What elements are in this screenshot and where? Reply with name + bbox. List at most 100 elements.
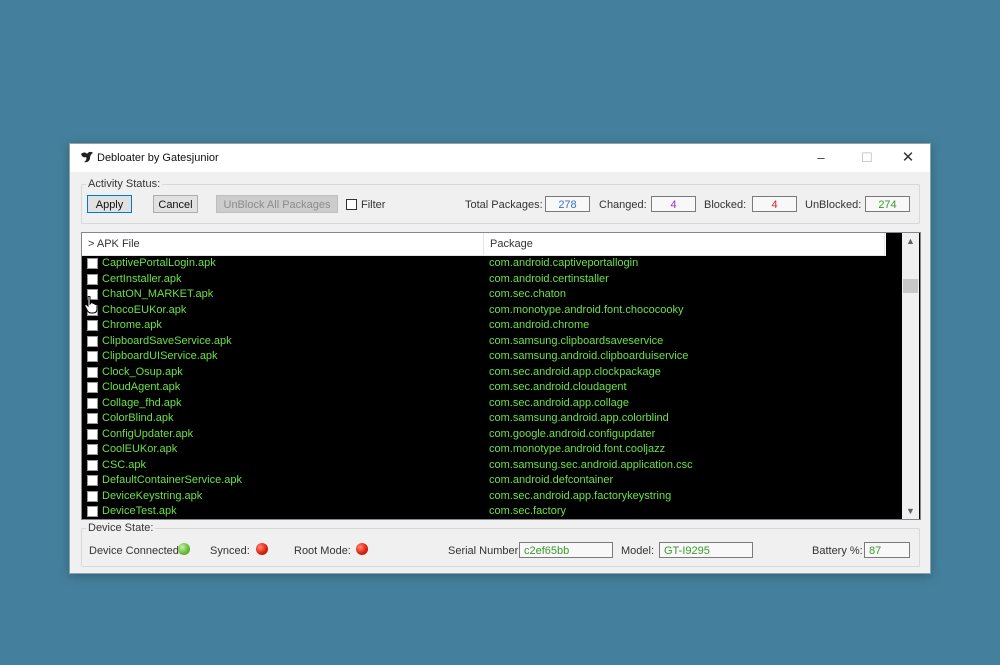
list-item[interactable]: ChatON_MARKET.apk com.sec.chaton: [82, 287, 902, 303]
apply-button[interactable]: Apply: [87, 195, 132, 213]
apk-file-name: CloudAgent.apk: [102, 381, 181, 393]
row-checkbox[interactable]: [87, 397, 98, 409]
row-checkbox[interactable]: [87, 428, 98, 440]
apk-file-name: ClipboardSaveService.apk: [102, 334, 232, 347]
serial-number-label: Serial Number:: [448, 545, 522, 557]
list-item[interactable]: ClipboardUIService.apk com.samsung.androi…: [82, 349, 902, 365]
blocked-value: 4: [752, 196, 797, 212]
chevron-up-icon[interactable]: ▲: [902, 233, 919, 249]
package-name: com.android.certinstaller: [489, 272, 609, 285]
apk-file-name: ColorBlind.apk: [102, 412, 174, 424]
list-item[interactable]: CoolEUKor.apk com.monotype.android.font.c…: [82, 442, 902, 458]
column-package[interactable]: Package: [485, 233, 885, 255]
list-item[interactable]: ConfigUpdater.apk com.google.android.conf…: [82, 427, 902, 443]
package-name: com.sec.chaton: [489, 288, 567, 300]
row-checkbox[interactable]: [87, 382, 98, 393]
minimize-icon: –: [817, 150, 825, 165]
package-name: com.android.captiveportallogin: [489, 257, 639, 269]
maximize-icon: ☐: [861, 150, 873, 165]
title-bar[interactable]: Debloater by Gatesjunior – ☐ ✕: [70, 144, 930, 172]
list-item[interactable]: Collage_fhd.apk com.sec.android.app.colla…: [82, 396, 902, 412]
package-name: com.samsung.sec.android.application.csc: [489, 458, 693, 471]
list-item[interactable]: DeviceTest.apk com.sec.factory: [82, 504, 902, 519]
row-checkbox[interactable]: [87, 320, 98, 331]
apk-file-name: ConfigUpdater.apk: [102, 427, 194, 440]
package-name: com.sec.factory: [489, 505, 567, 517]
unblock-all-button[interactable]: UnBlock All Packages: [216, 195, 338, 213]
row-checkbox[interactable]: [87, 413, 98, 424]
list-item[interactable]: ColorBlind.apk com.samsung.android.app.co…: [82, 411, 902, 427]
list-item[interactable]: ClipboardSaveService.apk com.samsung.clip…: [82, 334, 902, 350]
list-item[interactable]: Chrome.apk com.android.chrome: [82, 318, 902, 334]
row-checkbox[interactable]: [87, 475, 98, 486]
root-mode-label: Root Mode:: [294, 545, 351, 557]
device-connected-indicator: [178, 543, 190, 555]
synced-label: Synced:: [210, 545, 250, 557]
filter-label: Filter: [361, 199, 386, 211]
root-mode-indicator: [356, 543, 368, 555]
row-checkbox[interactable]: [87, 335, 98, 347]
list-item[interactable]: DefaultContainerService.apk com.android.d…: [82, 473, 902, 489]
apk-file-name: DeviceKeystring.apk: [102, 489, 203, 502]
row-checkbox[interactable]: [87, 258, 98, 269]
hand-cursor-icon: [84, 296, 98, 314]
row-checkbox[interactable]: [87, 444, 98, 455]
list-header: > APK File Package: [82, 233, 886, 256]
package-name: com.samsung.android.clipboarduiservice: [489, 350, 689, 362]
apk-file-name: CoolEUKor.apk: [102, 443, 178, 455]
package-name: com.google.android.configupdater: [489, 427, 656, 440]
package-name: com.samsung.android.app.colorblind: [489, 412, 669, 424]
apk-file-name: DeviceTest.apk: [102, 505, 177, 517]
minimize-button[interactable]: –: [799, 144, 843, 172]
package-name: com.sec.android.app.collage: [489, 396, 630, 409]
list-item[interactable]: Clock_Osup.apk com.sec.android.app.clockp…: [82, 365, 902, 381]
column-apk-file[interactable]: > APK File: [82, 233, 484, 255]
package-name: com.android.defcontainer: [489, 474, 614, 486]
apk-file-name: ChatON_MARKET.apk: [102, 288, 214, 300]
chevron-down-icon[interactable]: ▼: [902, 503, 919, 519]
apk-file-name: Clock_Osup.apk: [102, 365, 183, 378]
device-state-label: Device State:: [86, 522, 156, 534]
apk-file-name: Collage_fhd.apk: [102, 396, 182, 409]
activity-status-label: Activity Status:: [86, 178, 163, 190]
maximize-button[interactable]: ☐: [845, 144, 889, 172]
list-item[interactable]: DeviceKeystring.apk com.sec.android.app.f…: [82, 489, 902, 505]
package-list[interactable]: > APK File Package CaptivePortalLogin.ap…: [81, 232, 921, 520]
row-checkbox[interactable]: [87, 351, 98, 362]
model-value: GT-I9295: [659, 542, 753, 558]
package-name: com.monotype.android.font.cooljazz: [489, 443, 666, 455]
row-checkbox[interactable]: [87, 366, 98, 378]
filter-checkbox[interactable]: [346, 199, 357, 210]
apk-file-name: CaptivePortalLogin.apk: [102, 257, 216, 269]
close-icon: ✕: [901, 149, 915, 166]
row-checkbox[interactable]: [87, 506, 98, 517]
apk-file-name: ClipboardUIService.apk: [102, 350, 218, 362]
list-item[interactable]: CloudAgent.apk com.sec.android.cloudagent: [82, 380, 902, 396]
package-name: com.sec.android.cloudagent: [489, 381, 627, 393]
unblocked-label: UnBlocked:: [805, 199, 862, 211]
close-button[interactable]: ✕: [886, 144, 930, 172]
list-item[interactable]: CSC.apk com.samsung.sec.android.applicati…: [82, 458, 902, 474]
battery-label: Battery %:: [812, 545, 863, 557]
apk-file-name: CertInstaller.apk: [102, 272, 182, 285]
apk-file-name: ChocoEUKor.apk: [102, 303, 187, 316]
row-checkbox[interactable]: [87, 490, 98, 502]
list-item[interactable]: CertInstaller.apk com.android.certinstall…: [82, 272, 902, 288]
battery-value: 87: [864, 542, 910, 558]
vertical-scrollbar[interactable]: ▲ ▼: [902, 233, 919, 519]
total-packages-label: Total Packages:: [465, 199, 543, 211]
serial-number-value: c2ef65bb: [519, 542, 613, 558]
changed-label: Changed:: [599, 199, 647, 211]
list-item[interactable]: CaptivePortalLogin.apk com.android.captiv…: [82, 256, 902, 272]
cancel-button[interactable]: Cancel: [153, 195, 198, 213]
window-title: Debloater by Gatesjunior: [97, 152, 219, 164]
device-connected-label: Device Connected:: [89, 545, 182, 557]
bird-icon: [81, 151, 93, 163]
package-name: com.samsung.clipboardsaveservice: [489, 334, 664, 347]
list-item[interactable]: ChocoEUKor.apk com.monotype.android.font.…: [82, 303, 902, 319]
scroll-thumb[interactable]: [903, 279, 918, 293]
package-name: com.monotype.android.font.chococooky: [489, 303, 684, 316]
row-checkbox[interactable]: [87, 459, 98, 471]
debloater-window: Debloater by Gatesjunior – ☐ ✕ Activity …: [69, 143, 931, 574]
row-checkbox[interactable]: [87, 273, 98, 285]
